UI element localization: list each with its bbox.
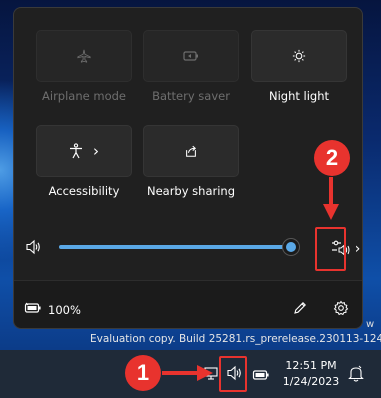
step-2-callout: 2 xyxy=(314,140,350,176)
step-1-callout: 1 xyxy=(125,355,161,391)
annotation-arrows xyxy=(162,177,339,381)
